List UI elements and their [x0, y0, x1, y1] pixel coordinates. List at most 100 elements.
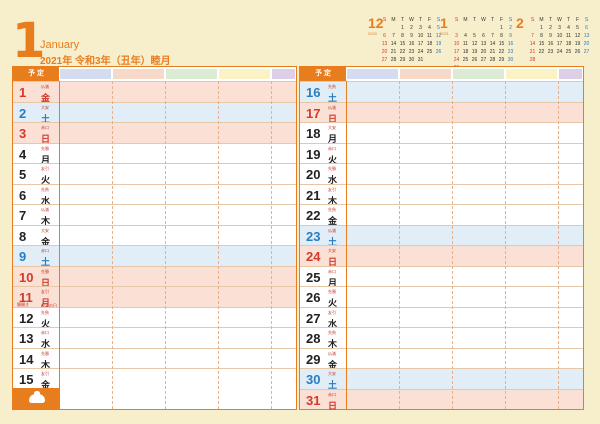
mini-calendar-day: 28: [390, 57, 397, 63]
mini-calendar-day: [573, 56, 582, 64]
mini-calendar-day: 13: [480, 41, 487, 47]
column-divider: [59, 81, 60, 409]
day-number: 5: [19, 167, 27, 182]
rokuyo-label: 先勝: [328, 289, 336, 294]
weekday-label: 日: [328, 400, 338, 411]
mini-calendar-day: 3: [558, 25, 561, 31]
day-row[interactable]: 13 赤口水: [13, 327, 296, 349]
day-row[interactable]: 17 仏滅日: [300, 101, 583, 124]
rokuyo-label: 先負: [41, 186, 49, 192]
day-row[interactable]: 20 先勝水: [300, 163, 583, 185]
column-color-swatch: [219, 69, 270, 79]
day-row[interactable]: 27 友引水: [300, 306, 583, 329]
day-row[interactable]: 28 先負木: [300, 327, 583, 349]
day-row[interactable]: 24 大安日: [300, 245, 583, 267]
mini-calendar-day: [470, 24, 479, 32]
day-row[interactable]: 26 先勝火: [300, 286, 583, 308]
day-row[interactable]: 10 先勝日: [13, 265, 296, 288]
column-color-swatch: [166, 69, 217, 79]
day-row[interactable]: 21 友引木: [300, 183, 583, 206]
rokuyo-label: 先勝: [41, 268, 49, 274]
mini-calendar-day: [461, 24, 470, 32]
day-row[interactable]: 31 赤口日: [300, 388, 583, 411]
mini-calendar-grid: S M T W T F S 1 2 3 4 5 6 7 8 9 10 11 12 13 14 15 16 17 18 19 20 21…: [380, 16, 443, 64]
mini-calendar-day: 16: [408, 41, 415, 47]
mini-calendar-day: 27: [381, 57, 388, 63]
rokuyo-label: 友引: [41, 371, 49, 376]
mini-calendar-day: 10: [556, 33, 563, 39]
mini-calendar-day: [528, 24, 537, 32]
day-number: 6: [19, 187, 27, 203]
day-row[interactable]: 3 赤口日: [13, 122, 296, 144]
day-row[interactable]: 12 先負火: [13, 306, 296, 329]
day-number: 23: [306, 228, 321, 244]
mini-calendar-day: 22: [538, 49, 545, 55]
day-number: 22: [306, 208, 321, 223]
mini-calendar-day: 8: [540, 33, 543, 39]
mini-calendar-weekday: M: [391, 17, 396, 23]
day-row[interactable]: 7 仏滅木: [13, 204, 296, 226]
day-row[interactable]: 6 先負水: [13, 183, 296, 206]
rokuyo-label: 友引: [328, 186, 336, 192]
day-row[interactable]: 30 大安土: [300, 368, 583, 390]
column-divider: [452, 81, 453, 409]
rokuyo-label: 仏滅: [328, 104, 336, 110]
mini-calendar-day: [434, 56, 443, 64]
day-row[interactable]: 9 赤口土: [13, 245, 296, 267]
day-row[interactable]: 15 友引金: [13, 368, 296, 390]
mini-calendar-day: 2: [549, 25, 552, 31]
day-number: 30: [306, 372, 321, 387]
rokuyo-label: 先負: [328, 84, 336, 89]
mini-calendar-day: 19: [471, 49, 478, 55]
mini-calendar-day: 9: [549, 33, 552, 39]
day-row[interactable]: 23 仏滅土: [300, 224, 583, 247]
mini-calendar-day: [555, 56, 564, 64]
day-row[interactable]: 4 先勝月: [13, 142, 296, 165]
day-row[interactable]: 1 仏滅金元日: [13, 81, 296, 103]
mini-calendar-day: [452, 24, 461, 32]
day-row[interactable]: 29 仏滅金: [300, 347, 583, 370]
day-number: 14: [19, 351, 34, 367]
mini-calendar-day: [488, 24, 497, 32]
day-row[interactable]: 22 先負金: [300, 204, 583, 226]
day-row[interactable]: 14 先勝木: [13, 347, 296, 370]
mini-calendar-day: [564, 56, 573, 64]
day-row[interactable]: 11 友引月鏡開き 成人の日: [13, 286, 296, 308]
mini-calendar-day: [425, 56, 434, 64]
mini-calendar-weekday: W: [481, 17, 486, 23]
column-divider: [271, 81, 272, 409]
mini-calendar-day: 3: [419, 25, 422, 31]
day-row[interactable]: 25 赤口月: [300, 265, 583, 288]
day-number: 25: [306, 269, 321, 285]
rokuyo-label: 先勝: [328, 166, 336, 171]
day-row[interactable]: 16 先負土: [300, 81, 583, 103]
mini-calendar-day: 23: [408, 49, 415, 55]
rokuyo-label: 先勝: [41, 145, 49, 151]
column-color-swatch: [347, 69, 398, 79]
rokuyo-label: 仏滅: [328, 350, 336, 356]
mini-calendar-day: 15: [399, 41, 406, 47]
column-color-swatch: [272, 69, 295, 79]
day-number: 31: [306, 392, 321, 408]
day-row[interactable]: 18 大安月: [300, 122, 583, 144]
day-number: 13: [19, 331, 34, 346]
mini-calendar-weekday: F: [499, 17, 504, 23]
day-number: 4: [19, 146, 27, 162]
day-row[interactable]: 2 大安土: [13, 101, 296, 124]
day-row[interactable]: 8 大安金: [13, 224, 296, 247]
mini-calendar-day: 22: [399, 49, 406, 55]
rokuyo-label: 赤口: [328, 391, 336, 397]
rokuyo-label: 仏滅: [328, 227, 336, 233]
day-row[interactable]: 19 赤口火: [300, 142, 583, 165]
rokuyo-label: 先負: [328, 207, 336, 212]
mini-calendar-day: 13: [381, 41, 388, 47]
mini-calendar-day: [479, 24, 488, 32]
mini-calendar-day: 19: [574, 41, 581, 47]
mini-calendar-weekday: T: [566, 17, 571, 23]
rokuyo-label: 仏滅: [41, 207, 49, 212]
day-row[interactable]: 5 友引火: [13, 163, 296, 185]
rokuyo-label: 大安: [328, 125, 336, 130]
rokuyo-label: 赤口: [328, 268, 336, 274]
mini-calendar-day: 26: [471, 57, 478, 63]
mini-calendar-day: 6: [585, 25, 588, 31]
